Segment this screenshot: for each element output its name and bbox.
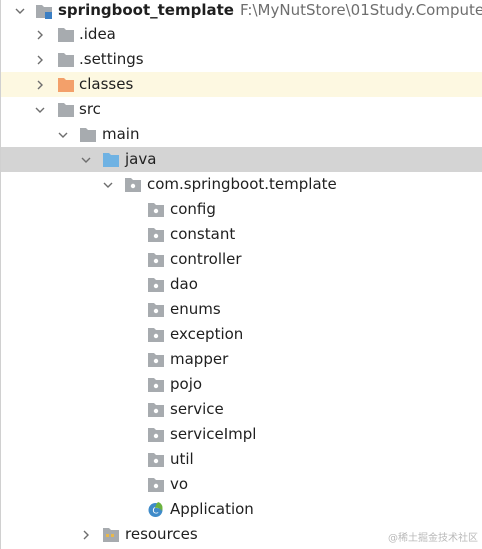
- chevron-right-icon[interactable]: [31, 47, 49, 72]
- resources-folder-icon: [103, 528, 119, 542]
- tree-row-service[interactable]: service: [1, 397, 482, 422]
- chevron-down-icon[interactable]: [11, 0, 29, 23]
- tree-row-exception[interactable]: exception: [1, 322, 482, 347]
- tree-row-vo[interactable]: vo: [1, 472, 482, 497]
- tree-label-service: service: [170, 400, 224, 418]
- tree-row-main[interactable]: main: [1, 122, 482, 147]
- chevron-right-icon[interactable]: [31, 22, 49, 47]
- project-tree: springboot_template F:\MyNutStore\01Study…: [0, 0, 482, 549]
- folder-icon: [58, 103, 74, 117]
- source-folder-icon: [103, 153, 119, 167]
- package-icon: [148, 303, 164, 317]
- tree-label-controller: controller: [170, 250, 242, 268]
- chevron-down-icon[interactable]: [31, 97, 49, 122]
- tree-label-pojo: pojo: [170, 375, 203, 393]
- package-icon: [148, 478, 164, 492]
- tree-label-application: Application: [170, 500, 254, 518]
- chevron-down-icon[interactable]: [54, 122, 72, 147]
- tree-label-dao: dao: [170, 275, 198, 293]
- tree-label-resources: resources: [125, 525, 198, 543]
- tree-row-src[interactable]: src: [1, 97, 482, 122]
- folder-icon: [58, 28, 74, 42]
- tree-label-mapper: mapper: [170, 350, 229, 368]
- tree-label-package: com.springboot.template: [147, 175, 337, 193]
- project-title: springboot_template F:\MyNutStore\01Study…: [58, 0, 482, 23]
- chevron-down-icon[interactable]: [99, 172, 117, 197]
- tree-label-vo: vo: [170, 475, 189, 493]
- package-icon: [148, 253, 164, 267]
- tree-label-enums: enums: [170, 300, 221, 318]
- svg-text:C: C: [152, 507, 158, 517]
- tree-label-settings: .settings: [79, 50, 144, 68]
- package-icon: [148, 378, 164, 392]
- excluded-folder-icon: [58, 78, 74, 92]
- project-path: F:\MyNutStore\01Study.Computer\0: [239, 1, 482, 19]
- package-icon: [148, 228, 164, 242]
- project-name: springboot_template: [58, 1, 234, 19]
- folder-icon: [58, 53, 74, 67]
- package-icon: [125, 178, 141, 192]
- tree-label-classes: classes: [79, 75, 134, 93]
- tree-row-classes[interactable]: classes: [1, 72, 482, 97]
- tree-row-project[interactable]: springboot_template F:\MyNutStore\01Study…: [1, 0, 482, 23]
- watermark: @稀土掘金技术社区: [388, 533, 478, 544]
- tree-row-dao[interactable]: dao: [1, 272, 482, 297]
- tree-row-application[interactable]: C Application: [1, 497, 482, 522]
- tree-row-util[interactable]: util: [1, 447, 482, 472]
- package-icon: [148, 428, 164, 442]
- tree-label-serviceimpl: serviceImpl: [170, 425, 257, 443]
- tree-row-settings[interactable]: .settings: [1, 47, 482, 72]
- tree-row-pojo[interactable]: pojo: [1, 372, 482, 397]
- package-icon: [148, 403, 164, 417]
- spring-class-icon: C: [148, 502, 163, 517]
- tree-label-config: config: [170, 200, 216, 218]
- tree-label-src: src: [79, 100, 101, 118]
- tree-label-util: util: [170, 450, 194, 468]
- tree-row-controller[interactable]: controller: [1, 247, 482, 272]
- tree-label-constant: constant: [170, 225, 236, 243]
- chevron-down-icon[interactable]: [77, 147, 95, 172]
- tree-row-java[interactable]: java: [1, 147, 482, 172]
- tree-row-config[interactable]: config: [1, 197, 482, 222]
- package-icon: [148, 203, 164, 217]
- tree-row-mapper[interactable]: mapper: [1, 347, 482, 372]
- tree-row-serviceimpl[interactable]: serviceImpl: [1, 422, 482, 447]
- tree-row-idea[interactable]: .idea: [1, 22, 482, 47]
- tree-label-exception: exception: [170, 325, 244, 343]
- tree-row-enums[interactable]: enums: [1, 297, 482, 322]
- tree-label-idea: .idea: [79, 25, 116, 43]
- chevron-right-icon[interactable]: [31, 72, 49, 97]
- chevron-right-icon[interactable]: [77, 522, 95, 547]
- module-icon: [36, 5, 52, 19]
- tree-row-constant[interactable]: constant: [1, 222, 482, 247]
- tree-row-package[interactable]: com.springboot.template: [1, 172, 482, 197]
- package-icon: [148, 353, 164, 367]
- tree-label-java: java: [125, 150, 157, 168]
- package-icon: [148, 278, 164, 292]
- package-icon: [148, 328, 164, 342]
- folder-icon: [80, 128, 96, 142]
- package-icon: [148, 453, 164, 467]
- tree-label-main: main: [102, 125, 140, 143]
